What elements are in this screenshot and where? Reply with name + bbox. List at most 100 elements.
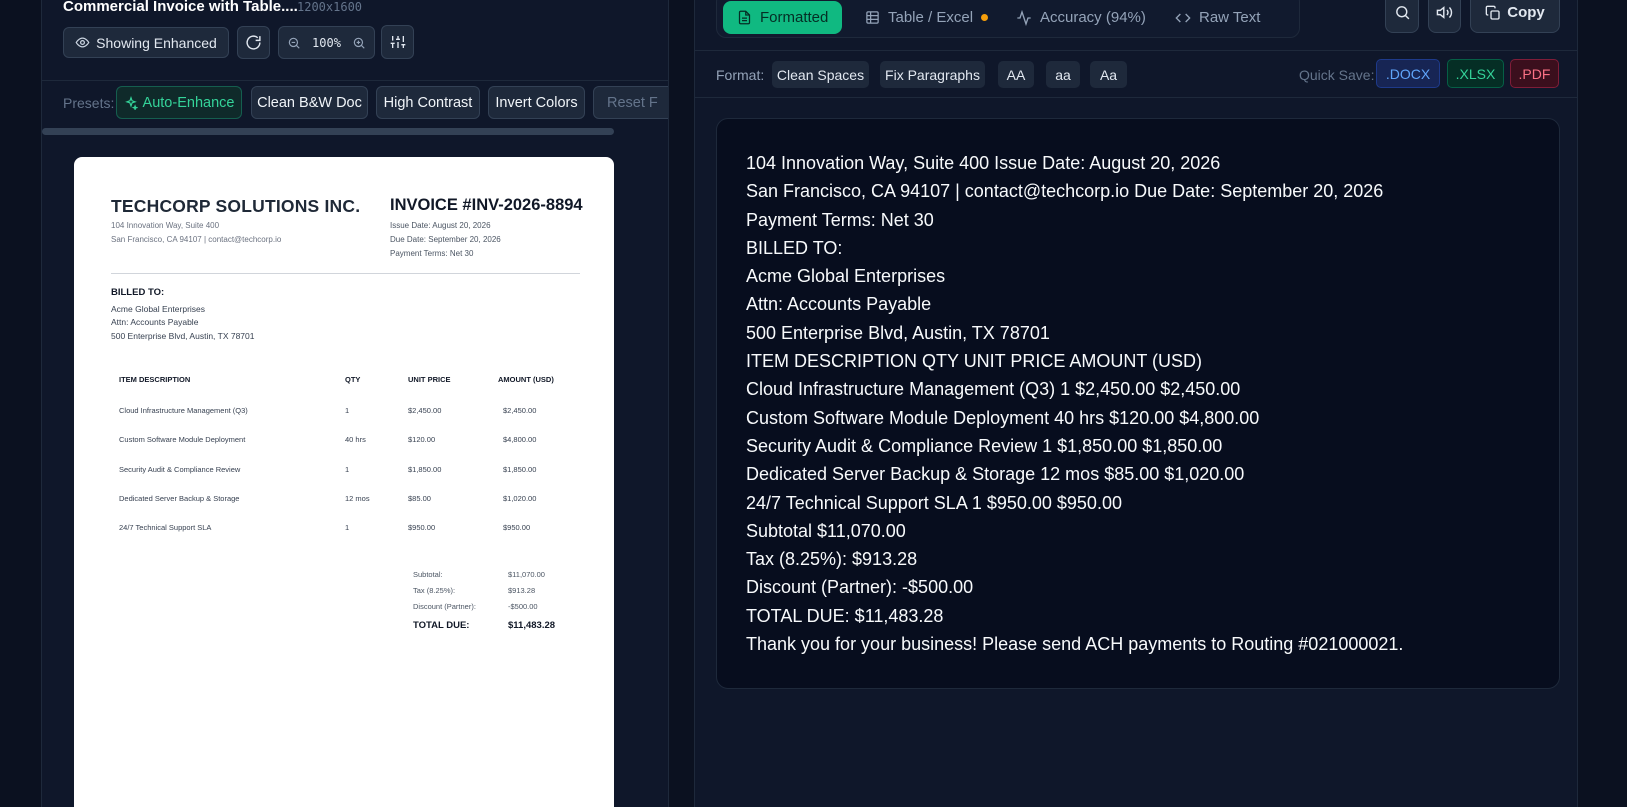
tab-label: Formatted <box>760 9 829 26</box>
format-label: Format: <box>716 67 765 83</box>
refresh-button[interactable] <box>237 26 270 59</box>
sparkles-icon <box>124 95 138 110</box>
discount-label: Discount (Partner): <box>413 602 476 611</box>
text-line: Payment Terms: Net 30 <box>746 209 934 230</box>
table-cell: 40 hrs <box>345 435 366 444</box>
company-address-line: 104 Innovation Way, Suite 400 <box>111 221 220 230</box>
text-line: Attn: Accounts Payable <box>746 294 932 315</box>
issue-date: Issue Date: August 20, 2026 <box>390 221 491 230</box>
total-due-value: $11,483.28 <box>508 620 556 631</box>
text-line: San Francisco, CA 94107 | contact@techco… <box>746 181 1384 202</box>
table-cell: $950.00 <box>408 523 436 532</box>
clean-spaces-button[interactable]: Clean Spaces <box>772 61 869 88</box>
image-dimensions: 1200x1600 <box>297 0 363 14</box>
table-cell: $2,450.00 <box>503 406 537 415</box>
preset-reset[interactable]: Reset F <box>593 86 668 119</box>
zoom-level: 100% <box>312 35 341 50</box>
formatted-text-output[interactable]: 104 Innovation Way, Suite 400 Issue Date… <box>716 118 1560 689</box>
table-cell: Dedicated Server Backup & Storage <box>119 494 240 503</box>
image-preview-panel: Commercial Invoice with Table.... 1200x1… <box>42 0 669 807</box>
showing-enhanced-label: Showing Enhanced <box>96 34 217 51</box>
tab-formatted[interactable]: Formatted <box>723 1 843 34</box>
copy-label: Copy <box>1507 4 1545 21</box>
preset-auto-enhance[interactable]: Auto-Enhance <box>116 86 242 119</box>
table-icon <box>865 10 880 25</box>
code-icon <box>1175 10 1191 26</box>
text-line: 24/7 Technical Support SLA 1 $950.00 $95… <box>746 492 1122 513</box>
billed-to-line: Attn: Accounts Payable <box>111 317 199 327</box>
tab-accuracy[interactable]: Accuracy (94%) <box>1016 1 1146 34</box>
save-xlsx-button[interactable]: .XLSX <box>1447 59 1504 88</box>
tab-table-excel[interactable]: Table / Excel <box>865 1 989 34</box>
invoice-page: TECHCORP SOLUTIONS INC. 104 Innovation W… <box>74 157 614 807</box>
zoom-out-icon[interactable] <box>287 36 301 50</box>
ocr-output-panel: Formatted Table / Excel Accuracy (94%) R… <box>694 0 1579 807</box>
zoom-control: 100% <box>278 26 375 59</box>
payment-terms: Payment Terms: Net 30 <box>390 249 474 258</box>
total-due-label: TOTAL DUE: <box>413 620 470 631</box>
fix-paragraphs-button[interactable]: Fix Paragraphs <box>880 61 985 88</box>
format-toolbar: Format: Clean Spaces Fix Paragraphs AA a… <box>695 51 1579 97</box>
subtotal-value: $11,070.00 <box>508 570 545 579</box>
sliders-icon <box>390 34 406 50</box>
table-cell: $950.00 <box>503 523 531 532</box>
read-aloud-button[interactable] <box>1428 0 1461 33</box>
table-cell: 1 <box>345 523 350 532</box>
tab-label: Table / Excel <box>888 9 974 26</box>
copy-button[interactable]: Copy <box>1470 0 1560 33</box>
text-line: BILLED TO: <box>746 237 843 258</box>
table-cell: 12 mos <box>345 494 370 503</box>
titlecase-button[interactable]: Aa <box>1090 61 1127 88</box>
uppercase-button[interactable]: AA <box>998 61 1034 88</box>
text-line: Custom Software Module Deployment 40 hrs… <box>746 407 1260 428</box>
text-line: Cloud Infrastructure Management (Q3) 1 $… <box>746 379 1241 400</box>
tab-label: Accuracy (94%) <box>1040 9 1146 26</box>
billed-to-heading: BILLED TO: <box>111 287 165 298</box>
table-cell: $4,800.00 <box>503 435 537 444</box>
text-line: TOTAL DUE: $11,483.28 <box>746 605 944 626</box>
tax-value: $913.28 <box>508 586 536 595</box>
table-cell: $2,450.00 <box>408 406 442 415</box>
text-line: Acme Global Enterprises <box>746 266 946 287</box>
scrollbar-thumb[interactable] <box>42 128 614 135</box>
view-tabs: Formatted Table / Excel Accuracy (94%) R… <box>716 0 1300 38</box>
refresh-icon <box>245 34 262 51</box>
adjustments-button[interactable] <box>381 25 414 59</box>
due-date: Due Date: September 20, 2026 <box>390 235 501 244</box>
save-docx-button[interactable]: .DOCX <box>1376 59 1440 88</box>
text-line: 104 Innovation Way, Suite 400 Issue Date… <box>746 153 1221 173</box>
preset-invert-colors[interactable]: Invert Colors <box>488 86 585 119</box>
preset-label: Auto-Enhance <box>142 94 235 111</box>
lowercase-button[interactable]: aa <box>1046 61 1080 88</box>
preview-header: Commercial Invoice with Table.... 1200x1… <box>42 0 668 70</box>
table-cell: $1,850.00 <box>408 465 442 474</box>
search-button[interactable] <box>1385 0 1419 33</box>
text-line: ITEM DESCRIPTION QTY UNIT PRICE AMOUNT (… <box>746 351 1203 372</box>
save-pdf-button[interactable]: .PDF <box>1510 59 1559 88</box>
table-header: ITEM DESCRIPTION <box>119 375 191 384</box>
search-icon <box>1394 4 1411 21</box>
billed-to-line: 500 Enterprise Blvd, Austin, TX 78701 <box>111 331 255 341</box>
left-gutter <box>0 0 42 807</box>
showing-enhanced-toggle[interactable]: Showing Enhanced <box>63 27 229 58</box>
subtotal-label: Subtotal: <box>413 570 443 579</box>
activity-icon <box>1016 9 1032 26</box>
preset-clean-bw[interactable]: Clean B&W Doc <box>251 86 368 119</box>
tab-raw-text[interactable]: Raw Text <box>1175 1 1260 34</box>
zoom-in-icon[interactable] <box>352 36 366 50</box>
eye-icon <box>75 35 90 50</box>
presets-label: Presets: <box>63 95 115 111</box>
invoice-number: INVOICE #INV-2026-8894 <box>390 196 583 214</box>
presets-bar: Presets: Auto-Enhance Clean B&W Doc High… <box>42 80 668 122</box>
document-viewport: TECHCORP SOLUTIONS INC. 104 Innovation W… <box>42 137 668 807</box>
table-header: QTY <box>345 375 361 384</box>
text-line: 500 Enterprise Blvd, Austin, TX 78701 <box>746 322 1050 343</box>
table-cell: $1,020.00 <box>503 494 537 503</box>
preset-high-contrast[interactable]: High Contrast <box>376 86 480 119</box>
table-cell: Security Audit & Compliance Review <box>119 465 241 474</box>
table-cell: Cloud Infrastructure Management (Q3) <box>119 406 248 415</box>
table-cell: 24/7 Technical Support SLA <box>119 523 212 532</box>
divider <box>695 97 1579 98</box>
presets-scrollbar[interactable] <box>42 128 668 135</box>
billed-to-line: Acme Global Enterprises <box>111 304 206 314</box>
